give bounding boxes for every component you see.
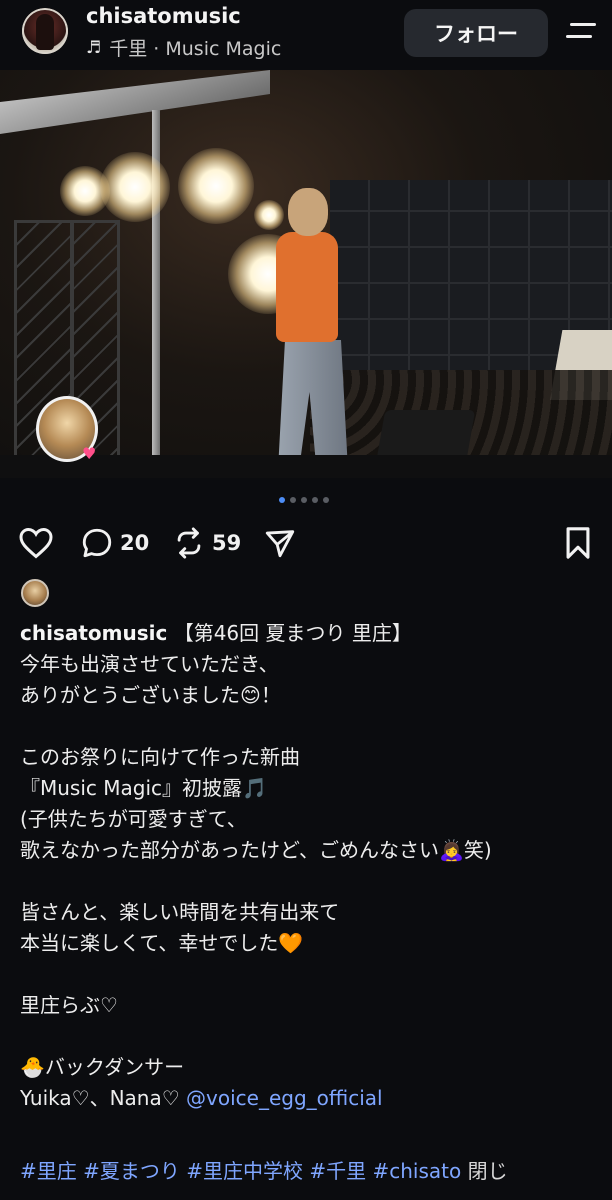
music-attribution[interactable]: ♬ 千里 · Music Magic <box>86 34 281 61</box>
caption-title: 【第46回 夏まつり 里庄】 <box>167 621 412 645</box>
heart-icon: ♥ <box>82 444 97 463</box>
hashtag-list: #里庄 #夏まつり #里庄中学校 #千里 #chisato <box>20 1159 468 1183</box>
caption-body: 今年も出演させていただき、 ありがとうございました😊！ このお祭りに向けて作った新曲… <box>20 649 600 1083</box>
follow-button[interactable]: フォロー <box>404 9 548 57</box>
author-avatar[interactable] <box>22 8 68 54</box>
hashtag-link[interactable]: #里庄中学校 <box>186 1159 309 1183</box>
caption-line: 里庄らぶ♡ <box>20 993 118 1017</box>
repost-icon <box>177 527 201 559</box>
repost-count: 59 <box>212 531 242 555</box>
save-button[interactable] <box>562 526 594 560</box>
carousel-indicator <box>279 497 329 503</box>
photo-performer-head <box>288 188 328 236</box>
like-button[interactable] <box>18 526 54 560</box>
caption-line: 歌えなかった部分があったけど、ごめんなさい🙇‍♀️笑) <box>20 838 492 862</box>
caption-username[interactable]: chisatomusic <box>20 621 167 645</box>
send-icon <box>265 530 295 558</box>
reply-button[interactable]: 20 <box>80 526 149 560</box>
carousel-dot <box>323 497 329 503</box>
comment-icon <box>82 528 112 558</box>
avatar-ring <box>22 8 68 54</box>
music-note-icon: ♬ <box>86 37 102 58</box>
hashtag-link[interactable]: #里庄 <box>20 1159 83 1183</box>
heart-outline-icon <box>19 527 53 559</box>
caption-dancer-line: Yuika♡、Nana♡ @voice_egg_official <box>20 1083 600 1114</box>
reply-count: 20 <box>120 531 150 555</box>
caption-line: 本当に楽しくて、幸せでした🧡 <box>20 931 304 955</box>
photo-performer-top <box>276 232 338 342</box>
post-photo[interactable]: ♥ <box>0 70 612 478</box>
caption-line: 今年も出演させていただき、 <box>20 652 279 676</box>
share-button[interactable] <box>262 526 298 560</box>
mention-link[interactable]: @voice_egg_official <box>186 1086 383 1110</box>
caption-line: このお祭りに向けて作った新曲 <box>20 745 300 769</box>
music-text: 千里 · Music Magic <box>109 38 282 60</box>
menu-icon[interactable] <box>566 20 596 44</box>
hashtag-link[interactable]: #夏まつり <box>83 1159 186 1183</box>
caption-line: 🐣バックダンサー <box>20 1055 185 1079</box>
caption-line: 皆さんと、楽しい時間を共有出来て <box>20 900 340 924</box>
carousel-dot <box>301 497 307 503</box>
post-header: chisatomusic ♬ 千里 · Music Magic フォロー <box>0 0 612 70</box>
photo-stage-light <box>100 152 170 222</box>
photo-stage-light <box>178 148 254 224</box>
collapse-caption-link[interactable]: 閉じ <box>468 1159 508 1183</box>
liked-by-avatar[interactable] <box>21 579 49 607</box>
caption-dancers: Yuika♡、Nana♡ <box>20 1086 187 1110</box>
caption-line: 『Music Magic』初披露🎵 <box>20 776 267 800</box>
repost-button[interactable]: 59 <box>172 526 241 560</box>
caption-first-line: chisatomusic 【第46回 夏まつり 里庄】 <box>20 618 600 649</box>
caption-line: (子供たちが可愛すぎて、 <box>20 807 247 831</box>
photo-stage-light <box>254 200 284 230</box>
carousel-dot <box>312 497 318 503</box>
bookmark-icon <box>566 527 590 559</box>
carousel-dot <box>290 497 296 503</box>
author-username[interactable]: chisatomusic <box>86 4 241 28</box>
hashtag-row: #里庄 #夏まつり #里庄中学校 #千里 #chisato 閉じ <box>20 1156 508 1187</box>
hashtag-link[interactable]: #chisato <box>373 1159 468 1183</box>
post-caption: chisatomusic 【第46回 夏まつり 里庄】 今年も出演させていただき… <box>20 618 600 1114</box>
action-bar: 20 59 <box>0 520 612 566</box>
hashtag-link[interactable]: #千里 <box>309 1159 372 1183</box>
caption-line: ありがとうございました😊！ <box>20 683 281 707</box>
photo-stage-roof <box>0 70 270 134</box>
carousel-dot <box>279 497 285 503</box>
